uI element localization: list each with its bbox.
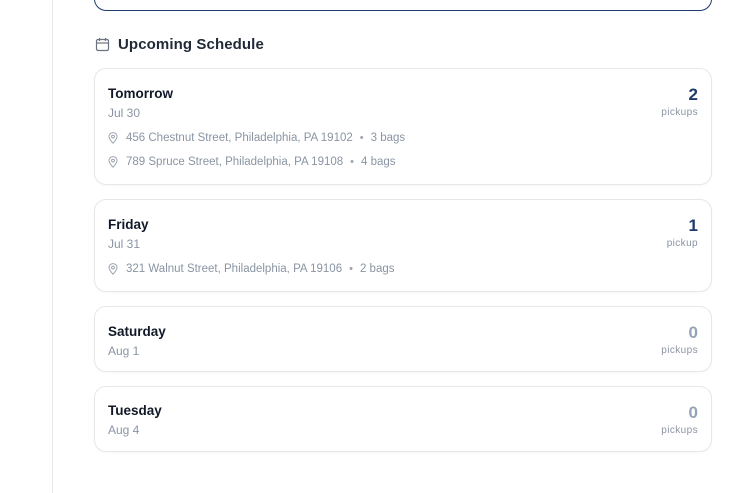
separator-dot: • — [349, 263, 353, 275]
pickup-address: 789 Spruce Street, Philadelphia, PA 1910… — [126, 156, 344, 168]
pickup-count: 1 — [688, 216, 698, 235]
pickup-address: 321 Walnut Street, Philadelphia, PA 1910… — [126, 263, 343, 275]
section-header: Upcoming Schedule — [95, 34, 264, 54]
sidebar-divider — [52, 0, 53, 493]
location-pin-icon — [108, 263, 118, 275]
day-date: Jul 30 — [108, 106, 141, 120]
previous-card-edge — [94, 0, 712, 11]
section-title: Upcoming Schedule — [118, 35, 264, 53]
pickup-item[interactable]: 789 Spruce Street, Philadelphia, PA 1910… — [108, 156, 396, 168]
pickup-count-label: pickups — [661, 345, 698, 356]
pickup-count-label: pickups — [661, 425, 698, 436]
separator-dot: • — [350, 156, 355, 168]
day-date: Aug 1 — [108, 344, 140, 358]
day-card-friday[interactable]: Friday Jul 31 1 pickup 321 Walnut Street… — [94, 199, 712, 292]
pickup-count-label: pickup — [666, 238, 698, 249]
pickup-item[interactable]: 456 Chestnut Street, Philadelphia, PA 19… — [108, 132, 405, 144]
pickup-address: 456 Chestnut Street, Philadelphia, PA 19… — [126, 132, 353, 144]
pickup-item[interactable]: 321 Walnut Street, Philadelphia, PA 1910… — [108, 263, 394, 275]
pickup-count-label: pickups — [661, 107, 698, 118]
location-pin-icon — [108, 132, 118, 144]
pickup-bags: 2 bags — [359, 263, 395, 275]
pickup-bags: 4 bags — [361, 156, 396, 168]
day-name: Tomorrow — [108, 86, 173, 101]
day-card-saturday[interactable]: Saturday Aug 1 0 pickups — [94, 306, 712, 372]
pickup-count: 0 — [688, 323, 698, 342]
day-card-tuesday[interactable]: Tuesday Aug 4 0 pickups — [94, 386, 712, 452]
pickup-bags: 3 bags — [370, 132, 406, 144]
location-pin-icon — [108, 156, 118, 168]
pickup-count: 2 — [688, 85, 698, 104]
day-card-tomorrow[interactable]: Tomorrow Jul 30 2 pickups 456 Chestnut S… — [94, 68, 712, 185]
day-name: Saturday — [108, 324, 166, 339]
day-date: Aug 4 — [108, 423, 140, 437]
calendar-icon — [95, 37, 110, 52]
pickup-count: 0 — [688, 403, 698, 422]
day-date: Jul 31 — [108, 237, 141, 251]
day-name: Friday — [108, 217, 149, 232]
day-name: Tuesday — [108, 403, 162, 418]
separator-dot: • — [359, 132, 364, 144]
